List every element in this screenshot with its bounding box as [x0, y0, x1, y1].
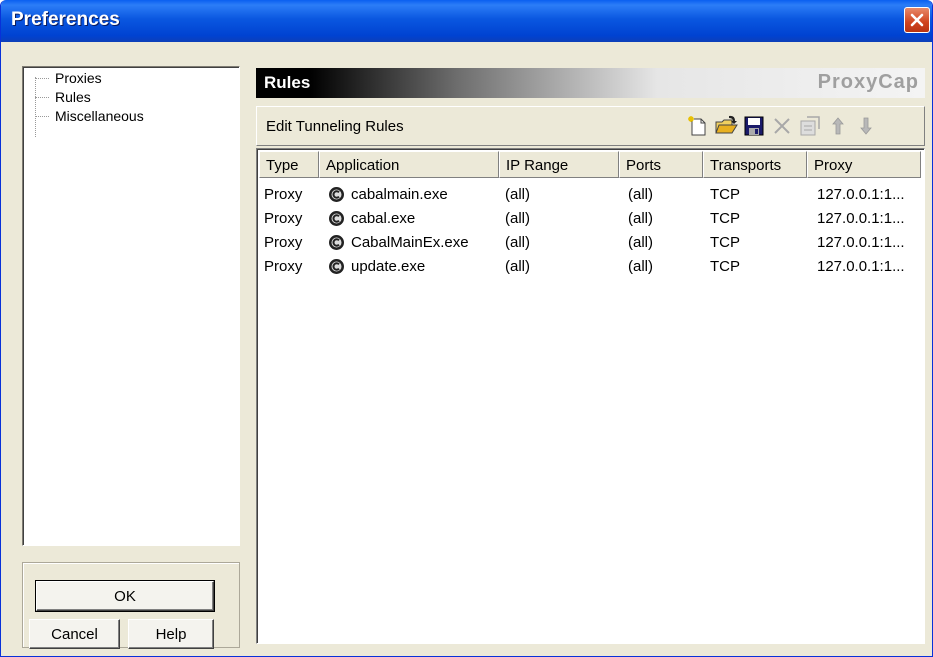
column-header-ports[interactable]: Ports — [619, 151, 703, 178]
cell-transports: TCP — [710, 258, 740, 275]
table-row[interactable]: Proxy cabalmain.exe (all) (all) TCP 127.… — [259, 183, 922, 207]
application-icon — [329, 211, 344, 226]
cell-application: update.exe — [351, 258, 426, 275]
cell-application: cabal.exe — [351, 210, 416, 227]
tree-item-label: Miscellaneous — [55, 108, 144, 124]
cell-proxy: 127.0.0.1:1... — [817, 186, 905, 203]
dialog-button-group: OK Cancel Help — [22, 562, 240, 649]
cell-proxy: 127.0.0.1:1... — [817, 234, 905, 251]
cell-ip-range: (all) — [505, 258, 530, 275]
tree-item-label: Proxies — [55, 70, 102, 86]
move-down-button[interactable] — [853, 113, 879, 139]
cell-transports: TCP — [710, 186, 740, 203]
cell-ports: (all) — [628, 186, 653, 203]
cell-ports: (all) — [628, 210, 653, 227]
cell-proxy: 127.0.0.1:1... — [817, 258, 905, 275]
properties-button[interactable] — [797, 113, 823, 139]
delete-icon — [774, 118, 790, 134]
close-icon — [910, 13, 924, 27]
cell-type: Proxy — [264, 234, 303, 251]
rules-toolbar: Edit Tunneling Rules — [256, 106, 925, 146]
properties-icon — [800, 116, 820, 136]
cell-application: cabalmain.exe — [351, 186, 448, 203]
column-header-ip-range[interactable]: IP Range — [499, 151, 619, 178]
cell-ip-range: (all) — [505, 210, 530, 227]
ok-button[interactable]: OK — [35, 580, 215, 612]
help-button[interactable]: Help — [128, 619, 214, 649]
cell-transports: TCP — [710, 234, 740, 251]
category-tree: Proxies Rules Miscellaneous — [22, 66, 240, 546]
title-bar[interactable]: Preferences — [1, 0, 932, 42]
move-up-button[interactable] — [825, 113, 851, 139]
cancel-button[interactable]: Cancel — [29, 619, 120, 649]
cell-ip-range: (all) — [505, 186, 530, 203]
save-button[interactable] — [741, 113, 767, 139]
tree-item-rules[interactable]: Rules — [35, 89, 93, 109]
cell-ports: (all) — [628, 234, 653, 251]
panel-header: Rules ProxyCap — [256, 68, 925, 98]
table-row[interactable]: Proxy update.exe (all) (all) TCP 127.0.0… — [259, 255, 922, 279]
column-header-application[interactable]: Application — [319, 151, 499, 178]
new-rule-icon — [688, 116, 706, 136]
cell-type: Proxy — [264, 258, 303, 275]
cell-transports: TCP — [710, 210, 740, 227]
window-title: Preferences — [11, 9, 120, 30]
cell-application: CabalMainEx.exe — [351, 234, 469, 251]
new-rule-button[interactable] — [685, 113, 711, 139]
cell-ip-range: (all) — [505, 234, 530, 251]
dialog-content: Proxies Rules Miscellaneous OK Cancel He… — [1, 42, 932, 654]
tree-item-miscellaneous[interactable]: Miscellaneous — [35, 108, 146, 128]
cell-type: Proxy — [264, 186, 303, 203]
rules-table: Type Application IP Range Ports Transpor… — [256, 148, 925, 644]
cell-type: Proxy — [264, 210, 303, 227]
delete-button[interactable] — [769, 113, 795, 139]
cell-ports: (all) — [628, 258, 653, 275]
preferences-dialog: Preferences Proxies Rules Miscellaneous … — [0, 0, 933, 657]
application-icon — [329, 187, 344, 202]
brand-logo: ProxyCap — [817, 71, 919, 93]
toolbar-label: Edit Tunneling Rules — [266, 118, 404, 135]
column-header-proxy[interactable]: Proxy — [807, 151, 921, 178]
move-down-icon — [860, 117, 872, 135]
column-header-type[interactable]: Type — [259, 151, 319, 178]
table-row[interactable]: Proxy cabal.exe (all) (all) TCP 127.0.0.… — [259, 207, 922, 231]
table-row[interactable]: Proxy CabalMainEx.exe (all) (all) TCP 12… — [259, 231, 922, 255]
open-button[interactable] — [713, 113, 739, 139]
panel-title: Rules — [264, 73, 311, 92]
application-icon — [329, 235, 344, 250]
application-icon — [329, 259, 344, 274]
open-folder-icon — [715, 115, 738, 134]
column-header-transports[interactable]: Transports — [703, 151, 807, 178]
close-button[interactable] — [904, 7, 930, 33]
cell-proxy: 127.0.0.1:1... — [817, 210, 905, 227]
tree-item-proxies[interactable]: Proxies — [35, 70, 104, 90]
tree-item-label: Rules — [55, 89, 91, 105]
save-icon — [744, 116, 764, 136]
move-up-icon — [832, 117, 844, 135]
